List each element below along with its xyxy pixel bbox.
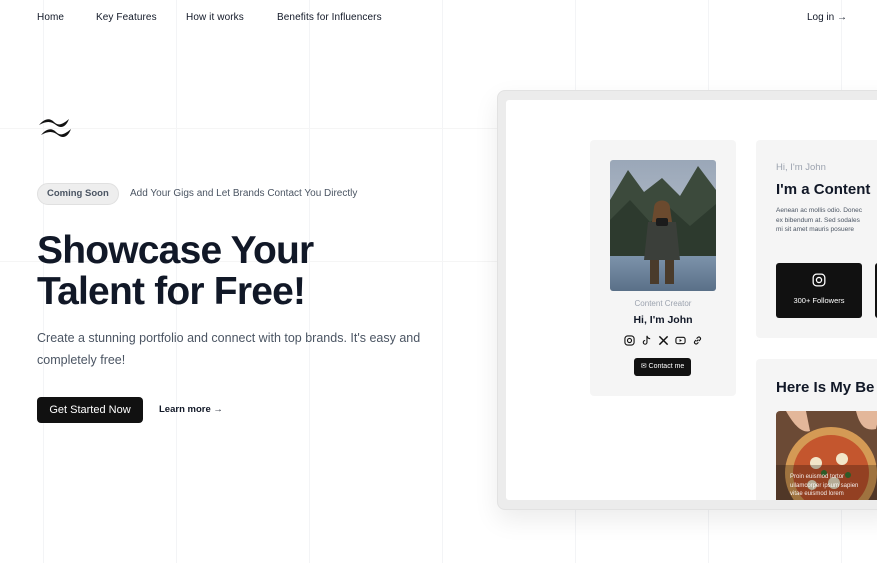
intro-body: Aenean ac mollis odio. Donec ex bibendum… xyxy=(776,207,862,233)
pizza-image: Proin euismod tortor ullamcorper ipsum s… xyxy=(776,411,877,500)
nav-how-it-works[interactable]: How it works xyxy=(186,12,244,23)
best-work-title: Here Is My Be xyxy=(776,379,875,396)
profile-role: Content Creator xyxy=(634,299,692,308)
top-nav: Home Key Features How it works Benefits … xyxy=(0,0,877,36)
profile-card: Content Creator Hi, I'm John ✉ Contact m… xyxy=(590,140,736,396)
pizza-caption: Proin euismod tortor ullamcorper ipsum s… xyxy=(790,474,859,497)
login-link[interactable]: Log in → xyxy=(807,12,847,23)
contact-me-label: Contact me xyxy=(648,363,685,370)
followers-stat: 300+ Followers xyxy=(776,263,862,318)
intro-greeting: Hi, I'm John xyxy=(776,162,826,173)
social-links xyxy=(590,333,736,351)
instagram-icon[interactable] xyxy=(623,333,635,351)
hero-subtitle: Create a stunning portfolio and connect … xyxy=(37,331,421,367)
best-work-card: Here Is My Be Proin euismod tortor ullam… xyxy=(756,359,877,500)
profile-photo xyxy=(610,160,716,291)
instagram-icon xyxy=(812,273,826,287)
coming-soon-badge: Coming Soon xyxy=(37,183,119,205)
profile-name: Hi, I'm John xyxy=(633,314,693,326)
mail-icon: ✉ xyxy=(640,363,647,370)
preview-screen: Content Creator Hi, I'm John ✉ Contact m… xyxy=(506,100,877,500)
contact-me-button[interactable]: ✉ Contact me xyxy=(634,358,691,376)
nav-home[interactable]: Home xyxy=(37,12,64,23)
youtube-icon[interactable] xyxy=(674,333,686,351)
x-icon[interactable] xyxy=(658,333,669,351)
tiktok-icon[interactable] xyxy=(641,333,652,351)
tailwind-wave-icon[interactable] xyxy=(37,116,73,138)
get-started-button[interactable]: Get Started Now xyxy=(37,397,143,423)
nav-key-features[interactable]: Key Features xyxy=(96,12,157,23)
link-icon[interactable] xyxy=(692,333,703,351)
badge-note: Add Your Gigs and Let Brands Contact You… xyxy=(130,188,358,199)
nav-benefits[interactable]: Benefits for Influencers xyxy=(277,12,382,23)
followers-label: 300+ Followers xyxy=(793,296,845,305)
hero-title: Showcase Your Talent for Free! xyxy=(37,229,314,313)
learn-more-link[interactable]: Learn more → xyxy=(159,404,223,415)
intro-card: Hi, I'm John I'm a Content Aenean ac mol… xyxy=(756,140,877,338)
intro-title: I'm a Content xyxy=(776,181,871,198)
